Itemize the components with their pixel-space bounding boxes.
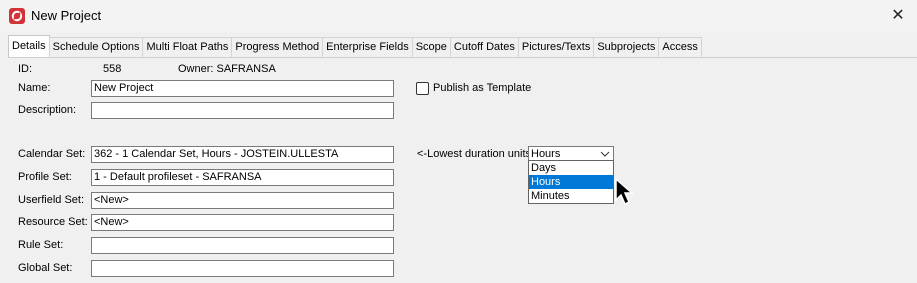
id-value: 558 xyxy=(103,63,122,75)
mouse-cursor-icon xyxy=(615,177,637,209)
tab-scope[interactable]: Scope xyxy=(411,37,451,57)
userfield-set-label: Userfield Set: xyxy=(18,194,85,206)
chevron-down-icon[interactable] xyxy=(599,147,611,161)
tab-subprojects[interactable]: Subprojects xyxy=(593,37,660,57)
duration-option-hours[interactable]: Hours xyxy=(529,175,613,189)
duration-option-minutes[interactable]: Minutes xyxy=(529,189,613,203)
close-button[interactable]: ✕ xyxy=(884,4,912,28)
userfield-set-field[interactable]: <New> xyxy=(91,192,394,209)
tab-schedule-options[interactable]: Schedule Options xyxy=(48,37,144,57)
rule-set-label: Rule Set: xyxy=(18,239,64,251)
title-bar: New Project ✕ xyxy=(0,0,917,32)
publish-template-label: Publish as Template xyxy=(433,82,532,94)
duration-units-dropdown: Days Hours Minutes xyxy=(528,160,614,204)
global-set-field[interactable] xyxy=(91,260,394,277)
calendar-set-label: Calendar Set: xyxy=(18,148,86,160)
tab-multi-float-paths[interactable]: Multi Float Paths xyxy=(142,37,233,57)
duration-units-label: <-Lowest duration units xyxy=(417,148,532,160)
tab-enterprise-fields[interactable]: Enterprise Fields xyxy=(322,37,413,57)
tab-access[interactable]: Access xyxy=(658,37,702,57)
name-field[interactable]: New Project xyxy=(91,80,394,97)
resource-set-field[interactable]: <New> xyxy=(91,214,394,231)
resource-set-label: Resource Set: xyxy=(18,216,88,228)
rule-set-field[interactable] xyxy=(91,237,394,254)
window-title: New Project xyxy=(31,8,102,23)
tab-details[interactable]: Details xyxy=(8,35,50,57)
app-logo-icon xyxy=(9,8,25,24)
owner-label: Owner: SAFRANSA xyxy=(178,63,276,75)
name-label: Name: xyxy=(18,82,51,94)
id-label: ID: xyxy=(18,63,33,75)
description-field[interactable] xyxy=(91,102,394,119)
tab-cutoff-dates[interactable]: Cutoff Dates xyxy=(449,37,519,57)
close-icon: ✕ xyxy=(891,7,905,24)
duration-units-value: Hours xyxy=(531,148,561,160)
profile-set-field[interactable]: 1 - Default profileset - SAFRANSA xyxy=(91,169,394,186)
tab-strip: Details Schedule Options Multi Float Pat… xyxy=(8,35,727,57)
profile-set-label: Profile Set: xyxy=(18,171,72,183)
publish-template-checkbox[interactable] xyxy=(416,82,429,95)
description-label: Description: xyxy=(18,104,77,116)
global-set-label: Global Set: xyxy=(18,262,73,274)
duration-option-days[interactable]: Days xyxy=(529,161,613,175)
tab-pictures-texts[interactable]: Pictures/Texts xyxy=(517,37,595,57)
calendar-set-field[interactable]: 362 - 1 Calendar Set, Hours - JOSTEIN.UL… xyxy=(91,146,394,163)
tab-progress-method[interactable]: Progress Method xyxy=(231,37,324,57)
